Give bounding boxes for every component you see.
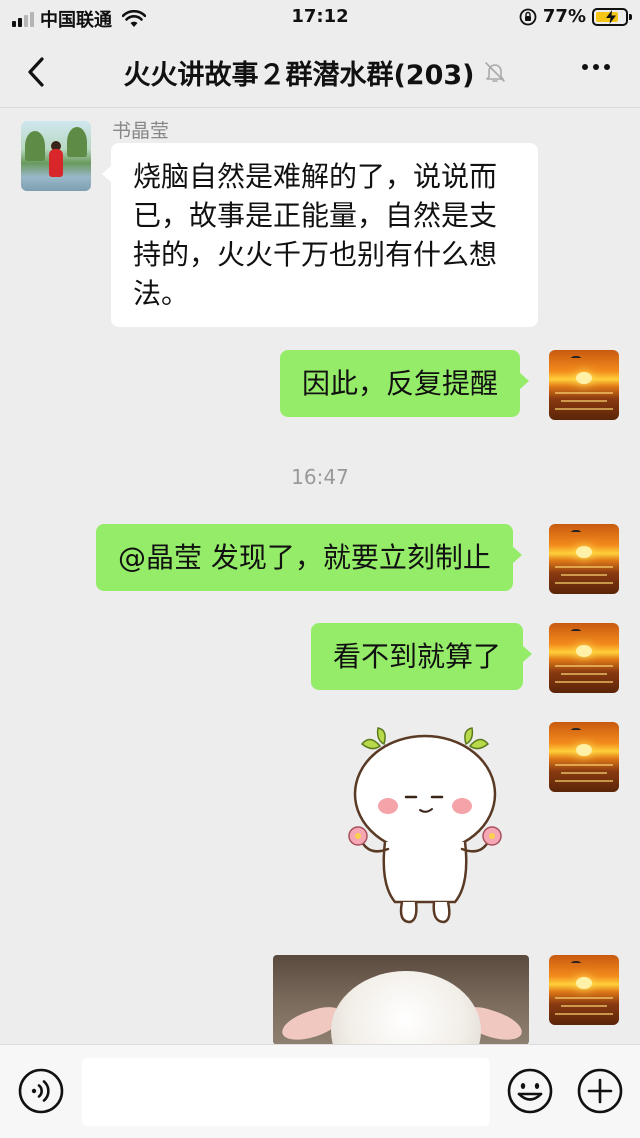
- battery-level: [596, 9, 618, 24]
- bolt-icon: [606, 9, 616, 24]
- sender-avatar[interactable]: [21, 121, 91, 191]
- orientation-lock-icon: [519, 8, 537, 25]
- status-right: 77%: [519, 6, 632, 27]
- battery-percent: 77%: [542, 6, 586, 27]
- sender-name: 书晶莹: [112, 120, 170, 142]
- my-avatar[interactable]: [549, 955, 619, 1025]
- emoji-icon[interactable]: [506, 1067, 554, 1115]
- incoming-message-bubble[interactable]: 烧脑自然是难解的了，说说而已，故事是正能量，自然是支持的，火火千万也别有什么想法…: [102, 143, 538, 327]
- my-avatar[interactable]: [549, 350, 619, 420]
- battery-charging-icon: [592, 7, 632, 26]
- sheep-photo: [331, 971, 481, 1044]
- outgoing-message-bubble[interactable]: 看不到就算了: [311, 623, 533, 690]
- outgoing-message-bubble[interactable]: @晶莹 发现了，就要立刻制止: [96, 524, 522, 591]
- mute-bell-icon: [484, 62, 505, 82]
- more-icon[interactable]: [582, 64, 610, 70]
- my-avatar[interactable]: [549, 524, 619, 594]
- status-bar: 中国联通 17:12 77%: [0, 0, 640, 36]
- message-input[interactable]: [82, 1058, 490, 1126]
- my-avatar[interactable]: [549, 623, 619, 693]
- message-timestamp: 16:47: [291, 465, 349, 489]
- outgoing-message-bubble[interactable]: 因此，反复提醒: [280, 350, 530, 417]
- my-avatar[interactable]: [549, 722, 619, 792]
- chat-title-wrap: 火火讲故事２群潜水群(203): [80, 36, 550, 108]
- image-message[interactable]: [273, 955, 529, 1044]
- voice-icon[interactable]: [17, 1067, 65, 1115]
- chat-title: 火火讲故事２群潜水群(203): [123, 59, 475, 91]
- input-bar: [0, 1044, 640, 1138]
- chat-header: 火火讲故事２群潜水群(203): [0, 36, 640, 108]
- back-icon[interactable]: [22, 54, 52, 90]
- cute-bun-sticker-icon[interactable]: [340, 724, 510, 929]
- message-list[interactable]: 书晶莹 烧脑自然是难解的了，说说而已，故事是正能量，自然是支持的，火火千万也别有…: [0, 109, 640, 1044]
- plus-icon[interactable]: [576, 1067, 624, 1115]
